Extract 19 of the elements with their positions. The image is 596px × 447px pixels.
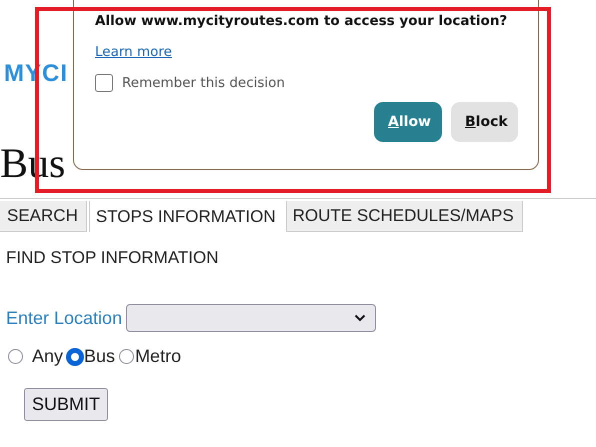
radio-label: Metro [135, 346, 182, 367]
location-dropdown[interactable] [126, 304, 376, 332]
tab[interactable]: SEARCH [0, 201, 87, 232]
block-button[interactable]: Block [451, 102, 518, 142]
learn-more-link[interactable]: Learn more [95, 44, 172, 60]
checkbox[interactable] [95, 74, 113, 92]
radio-button[interactable] [67, 348, 84, 364]
tab[interactable]: ROUTE SCHEDULES/MAPS [286, 201, 523, 232]
radio-label: Bus [84, 346, 116, 367]
checkbox-label: Remember this decision [122, 75, 285, 91]
location-label: Enter Location [6, 308, 122, 328]
radio-label: Any [32, 346, 64, 367]
radio-button[interactable] [8, 349, 23, 364]
radio-button[interactable] [119, 349, 134, 364]
section-title: FIND STOP INFORMATION [6, 248, 220, 268]
chevron-down-icon [354, 314, 366, 322]
dialog-message: Allow www.mycityroutes.com to access your location? [95, 13, 508, 29]
submit-button[interactable]: SUBMIT [24, 388, 108, 421]
allow-button[interactable]: Allow [374, 102, 442, 142]
